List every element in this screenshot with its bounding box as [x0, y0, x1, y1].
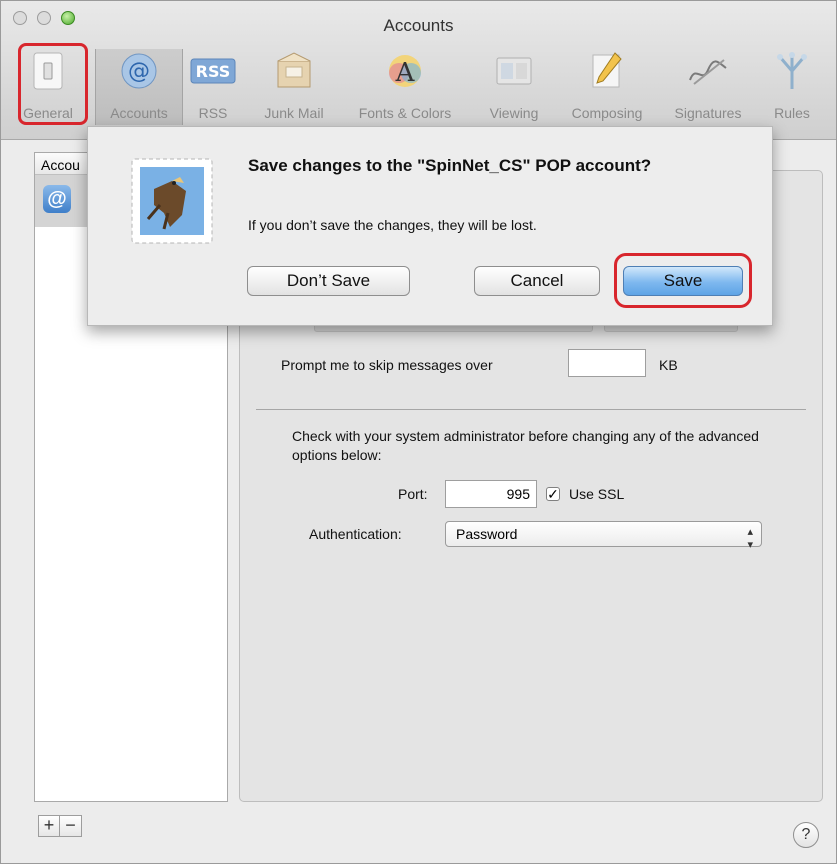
use-ssl-checkbox[interactable]: ✓ — [546, 487, 560, 501]
popup-arrows-icon: ▴ ▾ — [747, 526, 753, 551]
port-label: Port: — [398, 486, 428, 502]
general-highlight-ring — [18, 43, 88, 125]
toolbar-label: Rules — [774, 105, 810, 121]
svg-text:@: @ — [128, 59, 150, 84]
accounts-preferences-window: Accounts General @ Accounts RSS RSS Junk… — [0, 0, 837, 864]
advanced-warning-text: Check with your system administrator bef… — [292, 428, 759, 463]
authentication-label: Authentication: — [309, 526, 402, 542]
dialog-title: Save changes to the "SpinNet_CS" POP acc… — [248, 156, 652, 175]
rules-icon — [768, 49, 816, 93]
svg-text:A: A — [395, 58, 416, 88]
toolbar-item-rss[interactable]: RSS RSS — [185, 49, 241, 125]
mail-stamp-icon — [124, 153, 220, 254]
skip-size-field[interactable] — [568, 349, 646, 377]
dont-save-button[interactable]: Don’t Save — [247, 266, 410, 296]
help-button[interactable]: ? — [793, 822, 819, 848]
at-sign-icon: @ — [43, 185, 71, 213]
toolbar-item-composing[interactable]: Composing — [559, 49, 655, 125]
authentication-value: Password — [456, 526, 518, 542]
toolbar-item-signatures[interactable]: Signatures — [659, 49, 757, 125]
cancel-button[interactable]: Cancel — [474, 266, 600, 296]
window-title: Accounts — [383, 16, 454, 35]
dialog-message: If you don’t save the changes, they will… — [248, 217, 537, 233]
svg-text:RSS: RSS — [196, 62, 231, 81]
pencil-icon — [583, 49, 631, 93]
prompt-skip-label: Prompt me to skip messages over — [281, 357, 493, 373]
section-divider — [256, 409, 806, 410]
viewing-icon — [490, 49, 538, 93]
add-account-button[interactable]: + — [38, 815, 60, 837]
toolbar-label: Viewing — [489, 105, 539, 121]
signature-icon — [684, 49, 732, 93]
toolbar-item-rules[interactable]: Rules — [763, 49, 821, 125]
toolbar-item-accounts[interactable]: @ Accounts — [95, 49, 183, 125]
toolbar-item-junk-mail[interactable]: Junk Mail — [249, 49, 339, 125]
title-bar: Accounts General @ Accounts RSS RSS Junk… — [1, 1, 836, 140]
at-sign-icon: @ — [115, 49, 163, 93]
toolbar-item-fonts-colors[interactable]: A Fonts & Colors — [343, 49, 467, 125]
toolbar-label: Fonts & Colors — [358, 105, 452, 121]
toolbar-label: Composing — [571, 105, 643, 121]
toolbar-label: Signatures — [674, 105, 742, 121]
toolbar-label: RSS — [198, 105, 228, 121]
remove-account-button[interactable]: − — [60, 815, 82, 837]
toolbar-label: Accounts — [110, 105, 168, 121]
save-highlight-ring — [614, 253, 752, 308]
kb-unit-label: KB — [659, 357, 678, 373]
junk-mail-icon — [270, 49, 318, 93]
authentication-popup[interactable]: Password ▴ ▾ — [445, 521, 762, 551]
toolbar-item-viewing[interactable]: Viewing — [477, 49, 551, 125]
rss-icon: RSS — [189, 49, 237, 93]
fonts-colors-icon: A — [381, 49, 429, 93]
preferences-toolbar: General @ Accounts RSS RSS Junk Mail A F… — [9, 49, 834, 125]
toolbar-label: Junk Mail — [264, 105, 324, 121]
port-field[interactable]: 995 — [445, 480, 537, 508]
use-ssl-label: Use SSL — [569, 486, 625, 502]
